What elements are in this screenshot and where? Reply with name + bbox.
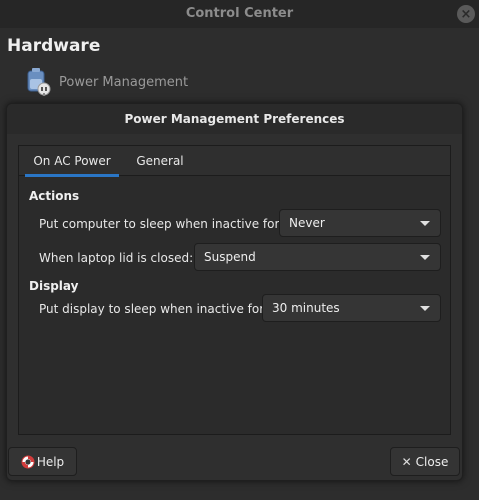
lid-action-select[interactable]: Suspend xyxy=(194,243,441,271)
section-heading-hardware: Hardware xyxy=(7,36,101,56)
sleep-timeout-select[interactable]: Never xyxy=(279,209,441,237)
lid-label: When laptop lid is closed: xyxy=(39,251,194,265)
actions-heading: Actions xyxy=(29,189,80,203)
close-icon: × xyxy=(460,6,472,22)
power-preferences-dialog: Power Management Preferences On AC Power… xyxy=(6,103,463,481)
display-sleep-value: 30 minutes xyxy=(272,301,340,315)
power-management-launcher[interactable]: Power Management xyxy=(26,66,188,98)
chevron-down-icon xyxy=(420,221,430,226)
screen: Control Center × Hardware Power Manageme… xyxy=(0,0,479,500)
sleep-label: Put computer to sleep when inactive for: xyxy=(39,217,284,231)
control-center-title: Control Center xyxy=(185,6,294,21)
lifebuoy-icon xyxy=(21,455,35,468)
sleep-timeout-value: Never xyxy=(289,216,325,230)
power-management-icon xyxy=(27,68,51,96)
dialog-titlebar[interactable]: Power Management Preferences xyxy=(7,104,462,134)
close-button-label: Close xyxy=(415,454,449,469)
display-sleep-select[interactable]: 30 minutes xyxy=(262,294,441,322)
display-sleep-label: Put display to sleep when inactive for: xyxy=(39,302,269,316)
x-icon: ✕ xyxy=(401,454,412,469)
power-management-label: Power Management xyxy=(59,74,189,90)
chevron-down-icon xyxy=(420,306,430,311)
dialog-title: Power Management Preferences xyxy=(124,112,345,126)
tab-bar: On AC Power General xyxy=(19,146,450,177)
display-heading: Display xyxy=(29,279,79,293)
chevron-down-icon xyxy=(420,255,430,260)
control-center-titlebar: Control Center × xyxy=(0,0,479,28)
tab-on-ac-power[interactable]: On AC Power xyxy=(25,146,119,177)
close-button[interactable]: ✕ Close xyxy=(390,447,460,476)
tab-general[interactable]: General xyxy=(125,146,195,176)
help-button-label: Help xyxy=(36,454,65,469)
window-close-button[interactable]: × xyxy=(457,5,475,23)
help-button[interactable]: Help xyxy=(8,447,77,476)
preferences-notebook: On AC Power General Actions Put computer… xyxy=(18,145,451,435)
lid-action-value: Suspend xyxy=(204,250,256,264)
